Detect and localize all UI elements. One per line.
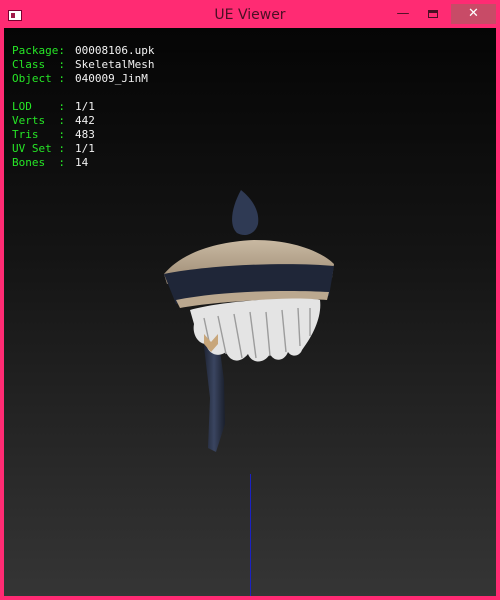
vertical-axis-line <box>250 474 251 596</box>
title-bar[interactable]: UE Viewer — ✕ <box>4 4 496 28</box>
3d-viewport[interactable]: Package: 00008106.upk Class : SkeletalMesh… <box>4 28 496 596</box>
maximize-icon <box>428 9 438 18</box>
app-window: UE Viewer — ✕ Package: 00008106.upk Class… <box>0 0 500 600</box>
hat-knob <box>232 190 259 235</box>
maximize-button[interactable] <box>420 4 446 24</box>
close-button[interactable]: ✕ <box>451 4 496 24</box>
minimize-button[interactable]: — <box>390 4 416 24</box>
